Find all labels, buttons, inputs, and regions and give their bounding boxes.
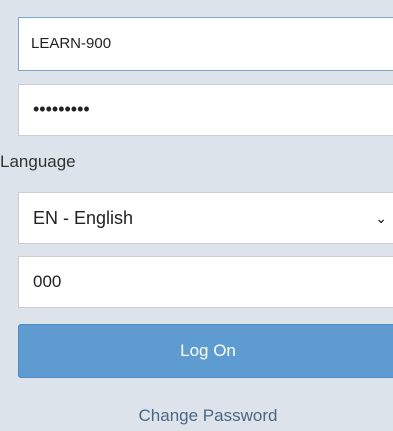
username-input[interactable]: LEARN-900 bbox=[18, 17, 393, 71]
language-selected-value: EN - English bbox=[33, 208, 134, 228]
client-input[interactable]: 000 bbox=[18, 256, 393, 308]
log-on-button[interactable]: Log On bbox=[18, 324, 393, 378]
language-label: Language bbox=[0, 152, 76, 171]
chevron-down-icon: ⌄ bbox=[375, 210, 387, 226]
change-password-link[interactable]: Change Password bbox=[18, 406, 393, 426]
password-input[interactable]: ••••••••• bbox=[18, 84, 393, 136]
login-form: LEARN-900 ••••••••• Language EN - Englis… bbox=[0, 0, 393, 431]
language-select[interactable]: EN - English ⌄ bbox=[18, 192, 393, 244]
